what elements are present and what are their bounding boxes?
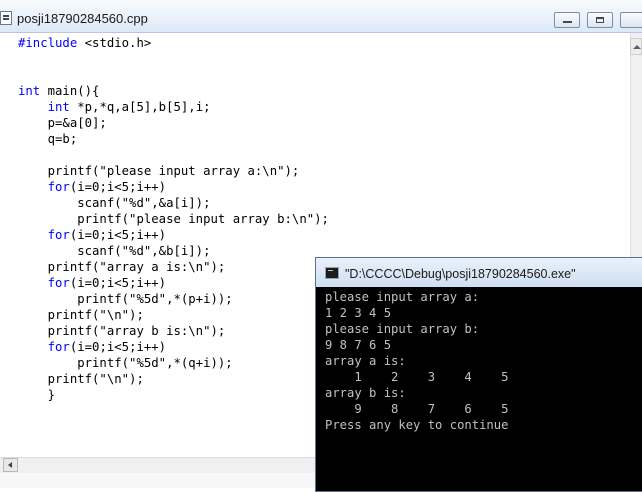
console-line: 9 8 7 6 5 (325, 402, 509, 416)
code-line: int *p,*q,a[5],b[5],i; (18, 99, 329, 115)
console-output: please input array a: 1 2 3 4 5 please inp… (325, 289, 508, 433)
scroll-up-button[interactable] (630, 38, 642, 55)
editor-bottom-strip (0, 473, 320, 488)
code-line: for(i=0;i<5;i++) (18, 275, 329, 291)
code-token: (i=0;i<5;i++) (69, 276, 167, 290)
code-token: printf("array a is:\n"); (18, 260, 226, 274)
code-token: (i=0;i<5;i++) (69, 340, 167, 354)
code-line: int main(){ (18, 83, 329, 99)
console-line: array b is: (325, 386, 406, 400)
code-line: p=&a[0]; (18, 115, 329, 131)
code-token: } (18, 388, 56, 402)
code-line: q=b; (18, 131, 329, 147)
code-line: printf("%5d",*(p+i)); (18, 291, 329, 307)
console-line: please input array a: (325, 290, 480, 304)
code-line: for(i=0;i<5;i++) (18, 339, 329, 355)
console-titlebar[interactable]: "D:\CCCC\Debug\posji18790284560.exe" (316, 258, 642, 288)
maximize-button[interactable] (587, 12, 613, 28)
code-line: for(i=0;i<5;i++) (18, 227, 329, 243)
console-line: 1 2 3 4 5 (325, 370, 509, 384)
editor-title: posji18790284560.cpp (17, 11, 148, 26)
code-token: printf("array b is:\n"); (18, 324, 226, 338)
code-token: (i=0;i<5;i++) (69, 180, 167, 194)
code-line: #include <stdio.h> (18, 35, 329, 51)
code-line: } (18, 387, 329, 403)
code-token: printf("%5d",*(p+i)); (18, 292, 233, 306)
code-token: main(){ (40, 84, 100, 98)
code-token: scanf("%d",&b[i]); (18, 244, 211, 258)
console-line: array a is: (325, 354, 406, 368)
code-keyword: int (18, 84, 41, 98)
console-line: 9 8 7 6 5 (325, 338, 392, 352)
code-line: printf("%5d",*(q+i)); (18, 355, 329, 371)
editor-titlebar[interactable]: posji18790284560.cpp (0, 0, 642, 33)
code-token: scanf("%d",&a[i]); (18, 196, 211, 210)
code-token: printf("\n"); (18, 308, 144, 322)
document-icon (0, 11, 12, 25)
close-button[interactable] (620, 12, 642, 28)
code-line: printf("array a is:\n"); (18, 259, 329, 275)
scroll-left-button[interactable] (3, 458, 18, 472)
minimize-button[interactable] (554, 12, 580, 28)
code-token: <stdio.h> (77, 36, 152, 50)
horizontal-scrollbar[interactable] (0, 457, 320, 474)
console-line: please input array b: (325, 322, 480, 336)
code-token: printf("please input array b:\n"); (18, 212, 329, 226)
code-line: for(i=0;i<5;i++) (18, 179, 329, 195)
code-keyword: #include (18, 36, 78, 50)
code-keyword: for (47, 276, 70, 290)
code-keyword: int (47, 100, 70, 114)
code-token: printf("\n"); (18, 372, 144, 386)
code-line: printf("array b is:\n"); (18, 323, 329, 339)
code-line: printf("please input array a:\n"); (18, 163, 329, 179)
console-title: "D:\CCCC\Debug\posji18790284560.exe" (345, 267, 576, 281)
code-line: printf("\n"); (18, 307, 329, 323)
console-output-area[interactable]: please input array a: 1 2 3 4 5 please inp… (316, 287, 642, 491)
code-line: printf("\n"); (18, 371, 329, 387)
code-token: printf("%5d",*(q+i)); (18, 356, 233, 370)
code-token: (i=0;i<5;i++) (69, 228, 167, 242)
console-icon (325, 267, 339, 279)
code-token: q=b; (18, 132, 78, 146)
code-keyword: for (47, 228, 70, 242)
console-window[interactable]: "D:\CCCC\Debug\posji18790284560.exe" ple… (315, 257, 642, 492)
code-keyword: for (47, 180, 70, 194)
code-token: *p,*q,a[5],b[5],i; (69, 100, 211, 114)
code-line: scanf("%d",&b[i]); (18, 243, 329, 259)
code-keyword: for (47, 340, 70, 354)
console-line: Press any key to continue (325, 418, 509, 432)
console-line: 1 2 3 4 5 (325, 306, 392, 320)
code-token: p=&a[0]; (18, 116, 107, 130)
code-line: printf("please input array b:\n"); (18, 211, 329, 227)
source-code: #include <stdio.h> int main(){ int *p,*q… (18, 35, 329, 403)
code-token: printf("please input array a:\n"); (18, 164, 300, 178)
code-line: scanf("%d",&a[i]); (18, 195, 329, 211)
